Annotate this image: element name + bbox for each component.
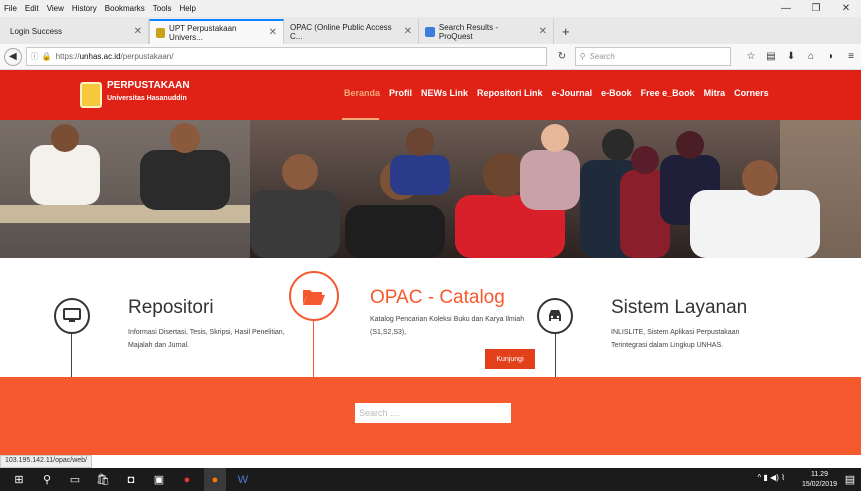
tab-upt-perpustakaan[interactable]: UPT Perpustakaan Univers... ✕	[149, 19, 284, 44]
hamburger-menu-icon[interactable]: ≡	[841, 51, 861, 62]
main-navigation: Beranda Profil NEWs Link Repositori Link…	[344, 88, 778, 98]
windows-start-icon[interactable]: ⊞	[8, 468, 30, 491]
home-icon[interactable]: ⌂	[801, 51, 821, 62]
nav-e-book[interactable]: e-Book	[601, 88, 632, 98]
toolbar-icons: ☆ ▤ ⬇ ⌂ ◗ ≡	[741, 51, 861, 62]
system-tray-icons[interactable]: ^ ▮ ◀) ⌇	[757, 473, 785, 482]
hero-photo	[0, 120, 861, 258]
nav-beranda[interactable]: Beranda	[344, 88, 380, 98]
restore-icon[interactable]: ❐	[801, 0, 831, 17]
car-icon	[537, 298, 573, 334]
monitor-icon	[54, 298, 90, 334]
pocket-icon[interactable]: ◗	[821, 51, 841, 62]
nav-repositori-link[interactable]: Repositori Link	[477, 88, 543, 98]
tab-label: Login Success	[10, 27, 63, 36]
menu-view[interactable]: View	[47, 4, 64, 13]
nav-corners[interactable]: Corners	[734, 88, 769, 98]
photos-icon[interactable]: ▣	[148, 468, 170, 491]
brand-title[interactable]: PERPUSTAKAAN	[107, 80, 190, 91]
url-prefix: https://	[55, 52, 80, 61]
clock-date: 15/02/2019	[801, 481, 837, 488]
tab-label: Search Results - ProQuest	[438, 22, 498, 41]
clock-time: 11.29	[810, 471, 828, 478]
browser-search-placeholder: Search	[589, 52, 615, 61]
info-icon[interactable]: ⓘ	[31, 51, 39, 62]
menu-file[interactable]: File	[4, 4, 17, 13]
connector-line	[313, 318, 314, 378]
nav-e-journal[interactable]: e-Journal	[552, 88, 593, 98]
nav-mitra[interactable]: Mitra	[704, 88, 726, 98]
unhas-favicon-icon	[156, 27, 166, 38]
repositori-description: Informasi Disertasi, Tesis, Skripsi, Has…	[128, 329, 285, 349]
chrome-icon[interactable]: ●	[176, 468, 198, 491]
kunjungi-button[interactable]: Kunjungi	[485, 349, 535, 369]
unhas-logo[interactable]	[80, 82, 102, 108]
browser-search-box[interactable]: ⚲ Search	[574, 47, 732, 66]
clock[interactable]: 11.29 15/02/2019	[802, 470, 837, 490]
notification-icon[interactable]: ▤	[839, 468, 861, 491]
task-view-icon[interactable]: ▭	[64, 468, 86, 491]
navigation-bar: ◀ ⓘ 🔒 https://unhas.ac.id/perpustakaan/ …	[0, 44, 861, 70]
menu-history[interactable]: History	[72, 4, 97, 13]
bookmark-star-icon[interactable]: ☆	[741, 51, 761, 62]
tab-login-success[interactable]: Login Success ✕	[4, 19, 149, 44]
menu-bookmarks[interactable]: Bookmarks	[105, 4, 145, 13]
back-arrow-icon[interactable]: ◀	[4, 47, 22, 66]
repositori-title[interactable]: Repositori	[128, 297, 214, 319]
sistem-layanan-description: INLISLITE, Sistem Aplikasi Perpustakaan …	[611, 329, 740, 349]
tab-label: OPAC (Online Public Access C...	[290, 22, 392, 41]
url-path: /perpustakaan/	[120, 52, 174, 61]
opac-title[interactable]: OPAC - Catalog	[370, 287, 505, 309]
search-icon: ⚲	[579, 52, 586, 61]
word-icon[interactable]: W	[232, 468, 254, 491]
menu-help[interactable]: Help	[179, 4, 195, 13]
reload-icon[interactable]: ↻	[553, 51, 571, 62]
store-icon[interactable]: 🛍	[92, 468, 114, 491]
lock-icon: 🔒	[41, 52, 52, 61]
status-bar-url: 103.195.142.11/opac/web/	[0, 455, 92, 468]
tab-proquest[interactable]: Search Results - ProQuest ✕	[419, 19, 554, 44]
nav-free-e-book[interactable]: Free e_Book	[641, 88, 695, 98]
close-tab-icon[interactable]: ✕	[404, 26, 412, 37]
brand-subtitle: Universitas Hasanuddin	[107, 95, 187, 102]
minimize-icon[interactable]: —	[771, 0, 801, 17]
opac-description: Katalog Pencarian Koleksi Buku dan Karya…	[370, 316, 525, 336]
url-domain: unhas.ac.id	[79, 52, 121, 61]
new-tab-icon[interactable]: +	[554, 19, 578, 44]
menu-bar: File Edit View History Bookmarks Tools H…	[0, 0, 861, 17]
url-bar[interactable]: ⓘ 🔒 https://unhas.ac.id/perpustakaan/	[25, 47, 548, 66]
tab-bar: Login Success ✕ UPT Perpustakaan Univers…	[0, 17, 861, 44]
window-controls: — ❐ ✕	[771, 0, 861, 17]
proquest-favicon-icon	[425, 26, 435, 37]
close-tab-icon[interactable]: ✕	[269, 27, 277, 38]
camera-icon[interactable]: ◘	[120, 468, 142, 491]
search-icon[interactable]: ⚲	[36, 468, 58, 491]
connector-line	[71, 330, 72, 378]
firefox-icon[interactable]: ●	[204, 468, 226, 491]
connector-line	[555, 330, 556, 378]
download-icon[interactable]: ⬇	[781, 51, 801, 62]
menu-tools[interactable]: Tools	[153, 4, 172, 13]
nav-news-link[interactable]: NEWs Link	[421, 88, 468, 98]
tab-opac[interactable]: OPAC (Online Public Access C... ✕	[284, 19, 419, 44]
tab-label: UPT Perpustakaan Univers...	[169, 23, 237, 42]
group-photo-image	[0, 120, 861, 258]
menu-edit[interactable]: Edit	[25, 4, 39, 13]
nav-profil[interactable]: Profil	[389, 88, 412, 98]
close-tab-icon[interactable]: ✕	[134, 26, 142, 37]
library-icon[interactable]: ▤	[761, 51, 781, 62]
close-icon[interactable]: ✕	[831, 0, 861, 17]
windows-taskbar: ⊞ ⚲ ▭ 🛍 ◘ ▣ ● ● W ^ ▮ ◀) ⌇ 11.29 15/02/2…	[0, 468, 861, 491]
site-search-input[interactable]	[355, 403, 511, 423]
close-tab-icon[interactable]: ✕	[539, 26, 547, 37]
sistem-layanan-title[interactable]: Sistem Layanan	[611, 297, 747, 319]
folder-open-icon[interactable]	[289, 271, 339, 321]
